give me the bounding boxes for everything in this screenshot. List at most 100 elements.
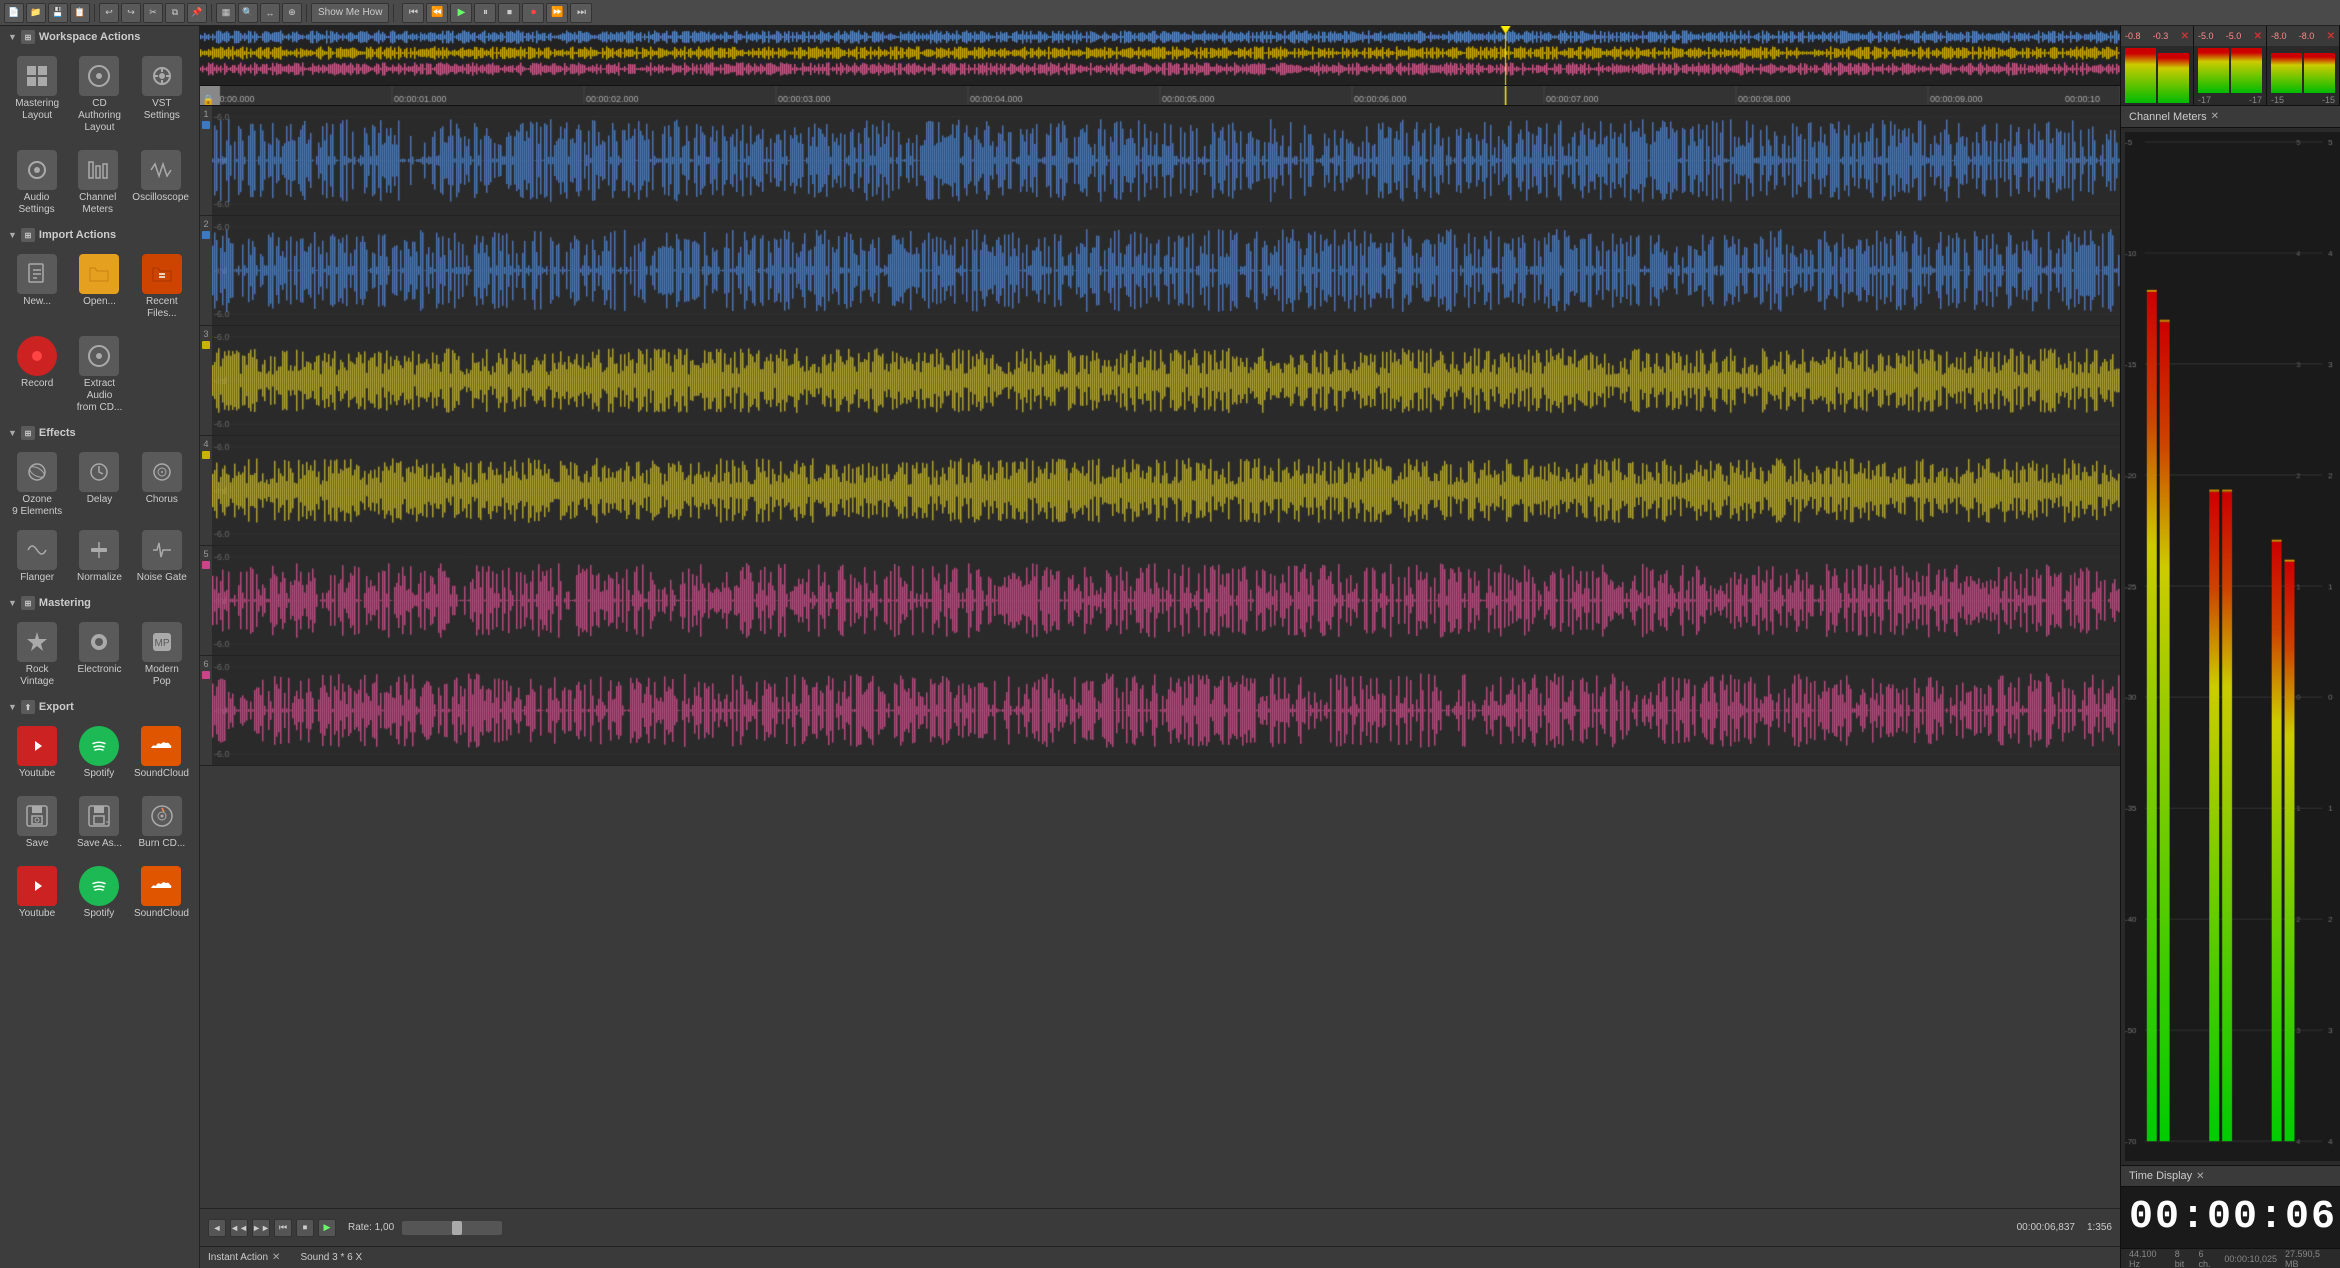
action-burn-cd[interactable]: Burn CD... bbox=[133, 792, 191, 854]
workspace-actions-grid: MasteringLayout CD AuthoringLayout VST S… bbox=[0, 48, 199, 142]
electronic-label: Electronic bbox=[78, 664, 122, 676]
toolbar-btn-tool1[interactable]: ↔ bbox=[260, 3, 280, 23]
track-6[interactable]: 6 bbox=[200, 656, 2120, 766]
noise-gate-label: Noise Gate bbox=[137, 572, 187, 584]
toolbar-btn-select[interactable]: ▦ bbox=[216, 3, 236, 23]
transport-zoom-out[interactable]: ◄ bbox=[208, 1219, 226, 1237]
channel-meters-panel: Channel Meters ✕ bbox=[2121, 106, 2340, 1165]
track-4[interactable]: 4 bbox=[200, 436, 2120, 546]
transport-stop[interactable]: ⏹ bbox=[498, 3, 520, 23]
flanger-icon bbox=[17, 530, 57, 570]
action-rock-vintage[interactable]: Rock Vintage bbox=[8, 618, 66, 692]
flanger-label: Flanger bbox=[20, 572, 54, 584]
meter-1-close[interactable]: ✕ bbox=[2181, 31, 2189, 42]
audio-settings-icon bbox=[17, 150, 57, 190]
action-spotify-upload[interactable]: Spotify bbox=[70, 722, 128, 784]
toolbar-btn-cut[interactable]: ✂ bbox=[143, 3, 163, 23]
channel-meters-content bbox=[2121, 128, 2340, 1165]
track-5[interactable]: 5 bbox=[200, 546, 2120, 656]
workspace-title: Workspace Actions bbox=[39, 31, 140, 43]
peak-l-1: -0.8 bbox=[2125, 31, 2141, 41]
toolbar-btn-save[interactable]: 💾 bbox=[48, 3, 68, 23]
action-soundcloud-upload[interactable]: SoundCloud bbox=[132, 722, 191, 784]
action-save[interactable]: Save bbox=[8, 792, 66, 854]
track-3-number: 3 bbox=[203, 329, 208, 339]
transport-play-bottom[interactable]: ▶ bbox=[318, 1219, 336, 1237]
action-oscilloscope[interactable]: Oscilloscope bbox=[130, 146, 191, 220]
action-delay[interactable]: Delay bbox=[70, 448, 128, 522]
track-2[interactable]: 2 bbox=[200, 216, 2120, 326]
action-vst-settings[interactable]: VST Settings bbox=[133, 52, 191, 138]
toolbar-btn-redo[interactable]: ↪ bbox=[121, 3, 141, 23]
action-modern-pop[interactable]: MP Modern Pop bbox=[133, 618, 191, 692]
track-3-header: 3 bbox=[200, 326, 212, 435]
transport-scroll-right[interactable]: ►► bbox=[252, 1219, 270, 1237]
vst-settings-icon bbox=[142, 56, 182, 96]
rate-slider-thumb[interactable] bbox=[452, 1221, 462, 1235]
action-flanger[interactable]: Flanger bbox=[8, 526, 66, 588]
toolbar-btn-open[interactable]: 📁 bbox=[26, 3, 46, 23]
action-electronic[interactable]: Electronic bbox=[70, 618, 128, 692]
action-channel-meters[interactable]: ChannelMeters bbox=[69, 146, 126, 220]
action-youtube-dl[interactable]: Youtube bbox=[8, 862, 66, 924]
toolbar-btn-saveas[interactable]: 📋 bbox=[70, 3, 90, 23]
channel-meters-close[interactable]: ✕ bbox=[2211, 111, 2219, 122]
action-save-as[interactable]: Save As... bbox=[70, 792, 128, 854]
electronic-icon bbox=[79, 622, 119, 662]
show-me-how-button[interactable]: Show Me How bbox=[311, 3, 389, 23]
transport-record[interactable]: ⏺ bbox=[522, 3, 544, 23]
action-soundcloud-dl[interactable]: SoundCloud bbox=[132, 862, 191, 924]
transport-stop-bottom[interactable]: ⏹ bbox=[296, 1219, 314, 1237]
action-cd-authoring[interactable]: CD AuthoringLayout bbox=[70, 52, 128, 138]
action-normalize[interactable]: Normalize bbox=[70, 526, 128, 588]
transport-play[interactable]: ▶ bbox=[450, 3, 472, 23]
toolbar-btn-undo[interactable]: ↩ bbox=[99, 3, 119, 23]
overview-bar[interactable] bbox=[200, 26, 2120, 86]
action-chorus[interactable]: Chorus bbox=[133, 448, 191, 522]
soundcloud-upload-label: SoundCloud bbox=[134, 768, 189, 780]
track-3[interactable]: 3 bbox=[200, 326, 2120, 436]
transport-rewind[interactable]: ⏪ bbox=[426, 3, 448, 23]
transport-rewind-start[interactable]: ⏮ bbox=[402, 3, 424, 23]
toolbar-btn-new[interactable]: 📄 bbox=[4, 3, 24, 23]
toolbar-btn-paste[interactable]: 📌 bbox=[187, 3, 207, 23]
transport-rewind-bottom[interactable]: ⏮ bbox=[274, 1219, 292, 1237]
transport-forward[interactable]: ⏩ bbox=[546, 3, 568, 23]
meter-3-close[interactable]: ✕ bbox=[2327, 31, 2335, 42]
action-spotify-dl[interactable]: Spotify bbox=[70, 862, 128, 924]
toolbar-btn-zoom[interactable]: 🔍 bbox=[238, 3, 258, 23]
instant-action-close[interactable]: ✕ bbox=[272, 1252, 280, 1263]
peak-r-2: -5.0 bbox=[2226, 31, 2242, 41]
transport-pause[interactable]: ⏸ bbox=[474, 3, 496, 23]
action-ozone[interactable]: Ozone9 Elements bbox=[8, 448, 66, 522]
time-display-close[interactable]: ✕ bbox=[2196, 1171, 2204, 1182]
action-audio-settings[interactable]: AudioSettings bbox=[8, 146, 65, 220]
track-1[interactable]: 1 bbox=[200, 106, 2120, 216]
action-youtube-upload[interactable]: Youtube bbox=[8, 722, 66, 784]
action-mastering-layout[interactable]: MasteringLayout bbox=[8, 52, 66, 138]
toolbar-btn-copy[interactable]: ⧉ bbox=[165, 3, 185, 23]
meter-2-close[interactable]: ✕ bbox=[2254, 31, 2262, 42]
extract-audio-icon bbox=[79, 336, 119, 376]
bottom-l-3: -15 bbox=[2271, 95, 2284, 105]
track-2-number: 2 bbox=[203, 219, 208, 229]
rate-slider[interactable] bbox=[402, 1221, 502, 1235]
soundcloud-dl-label: SoundCloud bbox=[134, 908, 189, 920]
transport-scroll-left[interactable]: ◄◄ bbox=[230, 1219, 248, 1237]
timeline-ruler[interactable] bbox=[200, 86, 2120, 106]
delay-icon bbox=[79, 452, 119, 492]
mastering-section-icon: ⊞ bbox=[21, 596, 35, 610]
recent-files-icon bbox=[142, 254, 182, 294]
transport-forward-end[interactable]: ⏭ bbox=[570, 3, 592, 23]
action-new[interactable]: New... bbox=[8, 250, 66, 324]
action-extract-audio[interactable]: Extract Audiofrom CD... bbox=[70, 332, 128, 418]
action-recent-files[interactable]: RecentFiles... bbox=[133, 250, 191, 324]
meter-2-bar-r bbox=[2231, 48, 2262, 93]
action-open[interactable]: Open... bbox=[70, 250, 128, 324]
toolbar-btn-tool2[interactable]: ⊕ bbox=[282, 3, 302, 23]
action-record[interactable]: Record bbox=[8, 332, 66, 418]
track-4-number: 4 bbox=[203, 439, 208, 449]
action-noise-gate[interactable]: Noise Gate bbox=[133, 526, 191, 588]
channel-meters-label: ChannelMeters bbox=[79, 192, 116, 216]
import-actions-grid: New... Open... RecentFiles... bbox=[0, 246, 199, 328]
